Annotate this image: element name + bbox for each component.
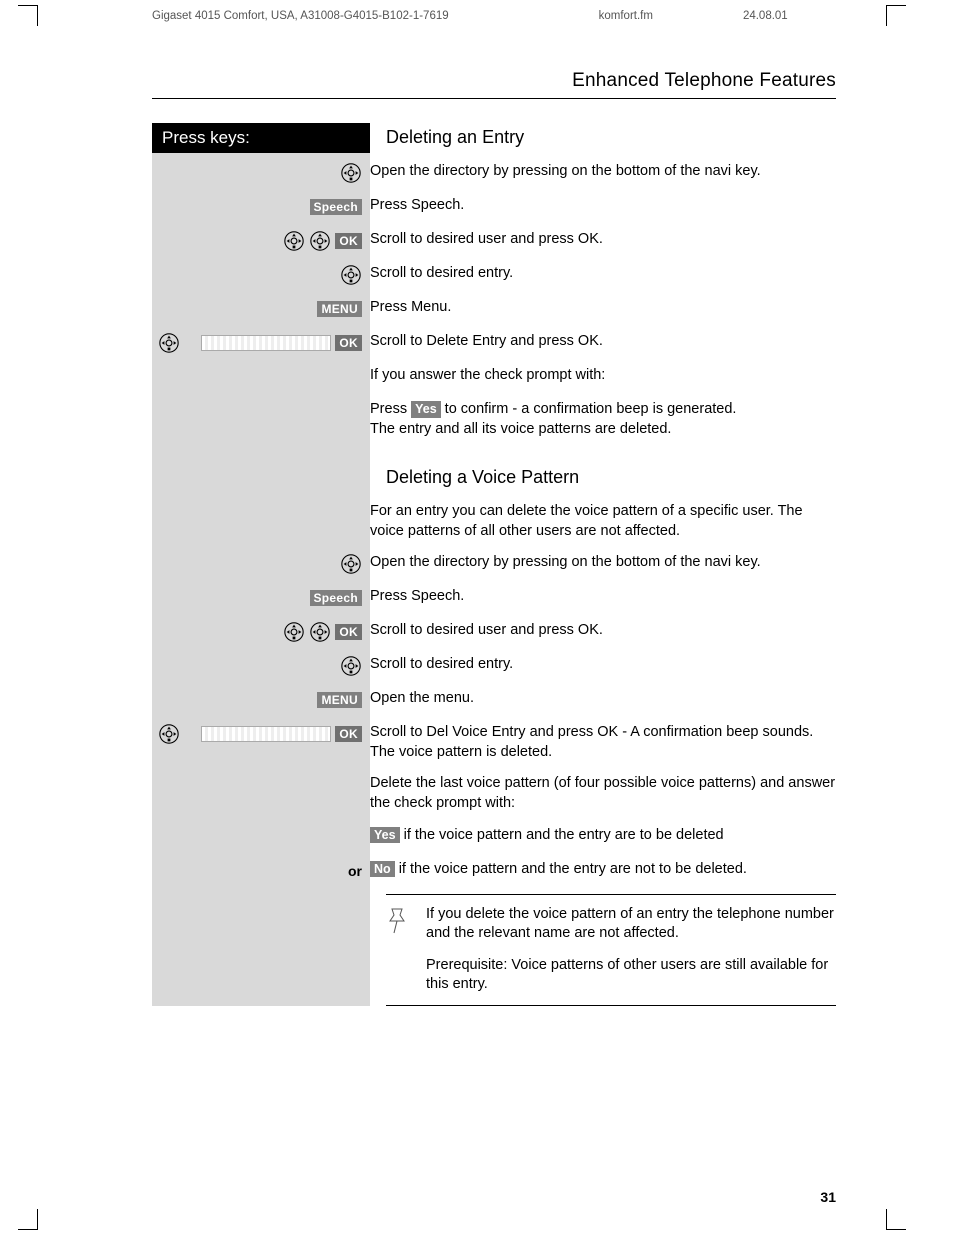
heading-deleting-voice-pattern: Deleting a Voice Pattern	[386, 467, 836, 488]
page-number: 31	[820, 1189, 836, 1205]
instruction-text: Yes if the voice pattern and the entry a…	[370, 826, 836, 846]
ok-key-label: OK	[335, 624, 362, 640]
instruction-text: Open the directory by pressing on the bo…	[370, 162, 836, 182]
pushpin-icon	[386, 905, 412, 995]
instruction-text: Open the directory by pressing on the bo…	[370, 553, 836, 573]
instruction-text: Scroll to desired user and press OK.	[370, 230, 836, 250]
speech-key-label: Speech	[310, 199, 363, 215]
instruction-text: For an entry you can delete the voice pa…	[370, 502, 836, 541]
instruction-text: If you answer the check prompt with:	[370, 366, 836, 386]
heading-deleting-entry: Deleting an Entry	[386, 127, 836, 148]
note-paragraph: Prerequisite: Voice patterns of other us…	[426, 956, 836, 995]
navi-key-icon	[340, 162, 362, 184]
instruction-text: Scroll to Del Voice Entry and press OK -…	[370, 723, 836, 762]
menu-key-label: MENU	[317, 301, 362, 317]
text-fragment: if the voice pattern and the entry are t…	[400, 827, 724, 843]
instruction-text: Delete the last voice pattern (of four p…	[370, 774, 836, 813]
section-title: Enhanced Telephone Features	[152, 70, 836, 99]
instruction-text: Press Speech.	[370, 196, 836, 216]
instruction-text: Scroll to Delete Entry and press OK.	[370, 332, 836, 352]
input-field-icon	[201, 335, 331, 351]
document-meta-header: Gigaset 4015 Comfort, USA, A31008-G4015-…	[152, 10, 836, 22]
doc-date: 24.08.01	[743, 10, 788, 22]
navi-key-icon	[340, 553, 362, 575]
navi-key-icon	[283, 621, 305, 643]
ok-key-label: OK	[335, 233, 362, 249]
text-fragment: to confirm - a confirmation beep is gene…	[441, 401, 737, 417]
navi-key-icon	[309, 621, 331, 643]
speech-key-label: Speech	[310, 590, 363, 606]
instruction-text: No if the voice pattern and the entry ar…	[370, 860, 836, 880]
note-box: If you delete the voice pattern of an en…	[386, 894, 836, 1006]
doc-file: komfort.fm	[599, 10, 653, 22]
text-fragment: Press	[370, 401, 411, 417]
input-field-icon	[201, 726, 331, 742]
navi-key-icon	[340, 655, 362, 677]
instructions-column: Deleting an Entry Open the directory by …	[370, 123, 836, 1006]
no-key-label: No	[370, 861, 395, 878]
navi-key-icon	[283, 230, 305, 252]
navi-key-icon	[309, 230, 331, 252]
instruction-text: Scroll to desired user and press OK.	[370, 621, 836, 641]
menu-key-label: MENU	[317, 692, 362, 708]
navi-key-icon	[158, 332, 180, 354]
navi-key-icon	[340, 264, 362, 286]
press-keys-header: Press keys:	[152, 123, 370, 153]
navi-key-icon	[158, 723, 180, 745]
ok-key-label: OK	[335, 335, 362, 351]
instruction-text: Press Menu.	[370, 298, 836, 318]
instruction-text: Press Yes to confirm - a confirmation be…	[370, 400, 836, 439]
ok-key-label: OK	[335, 726, 362, 742]
instruction-text: Press Speech.	[370, 587, 836, 607]
text-fragment: if the voice pattern and the entry are n…	[395, 861, 747, 877]
or-label: or	[348, 863, 362, 879]
instruction-text: Scroll to desired entry.	[370, 264, 836, 284]
yes-key-label: Yes	[370, 827, 400, 844]
yes-key-label: Yes	[411, 401, 441, 418]
text-fragment: The entry and all its voice patterns are…	[370, 421, 671, 437]
doc-id: Gigaset 4015 Comfort, USA, A31008-G4015-…	[152, 10, 449, 22]
note-paragraph: If you delete the voice pattern of an en…	[426, 905, 836, 944]
instruction-text: Open the menu.	[370, 689, 836, 709]
instruction-text: Scroll to desired entry.	[370, 655, 836, 675]
